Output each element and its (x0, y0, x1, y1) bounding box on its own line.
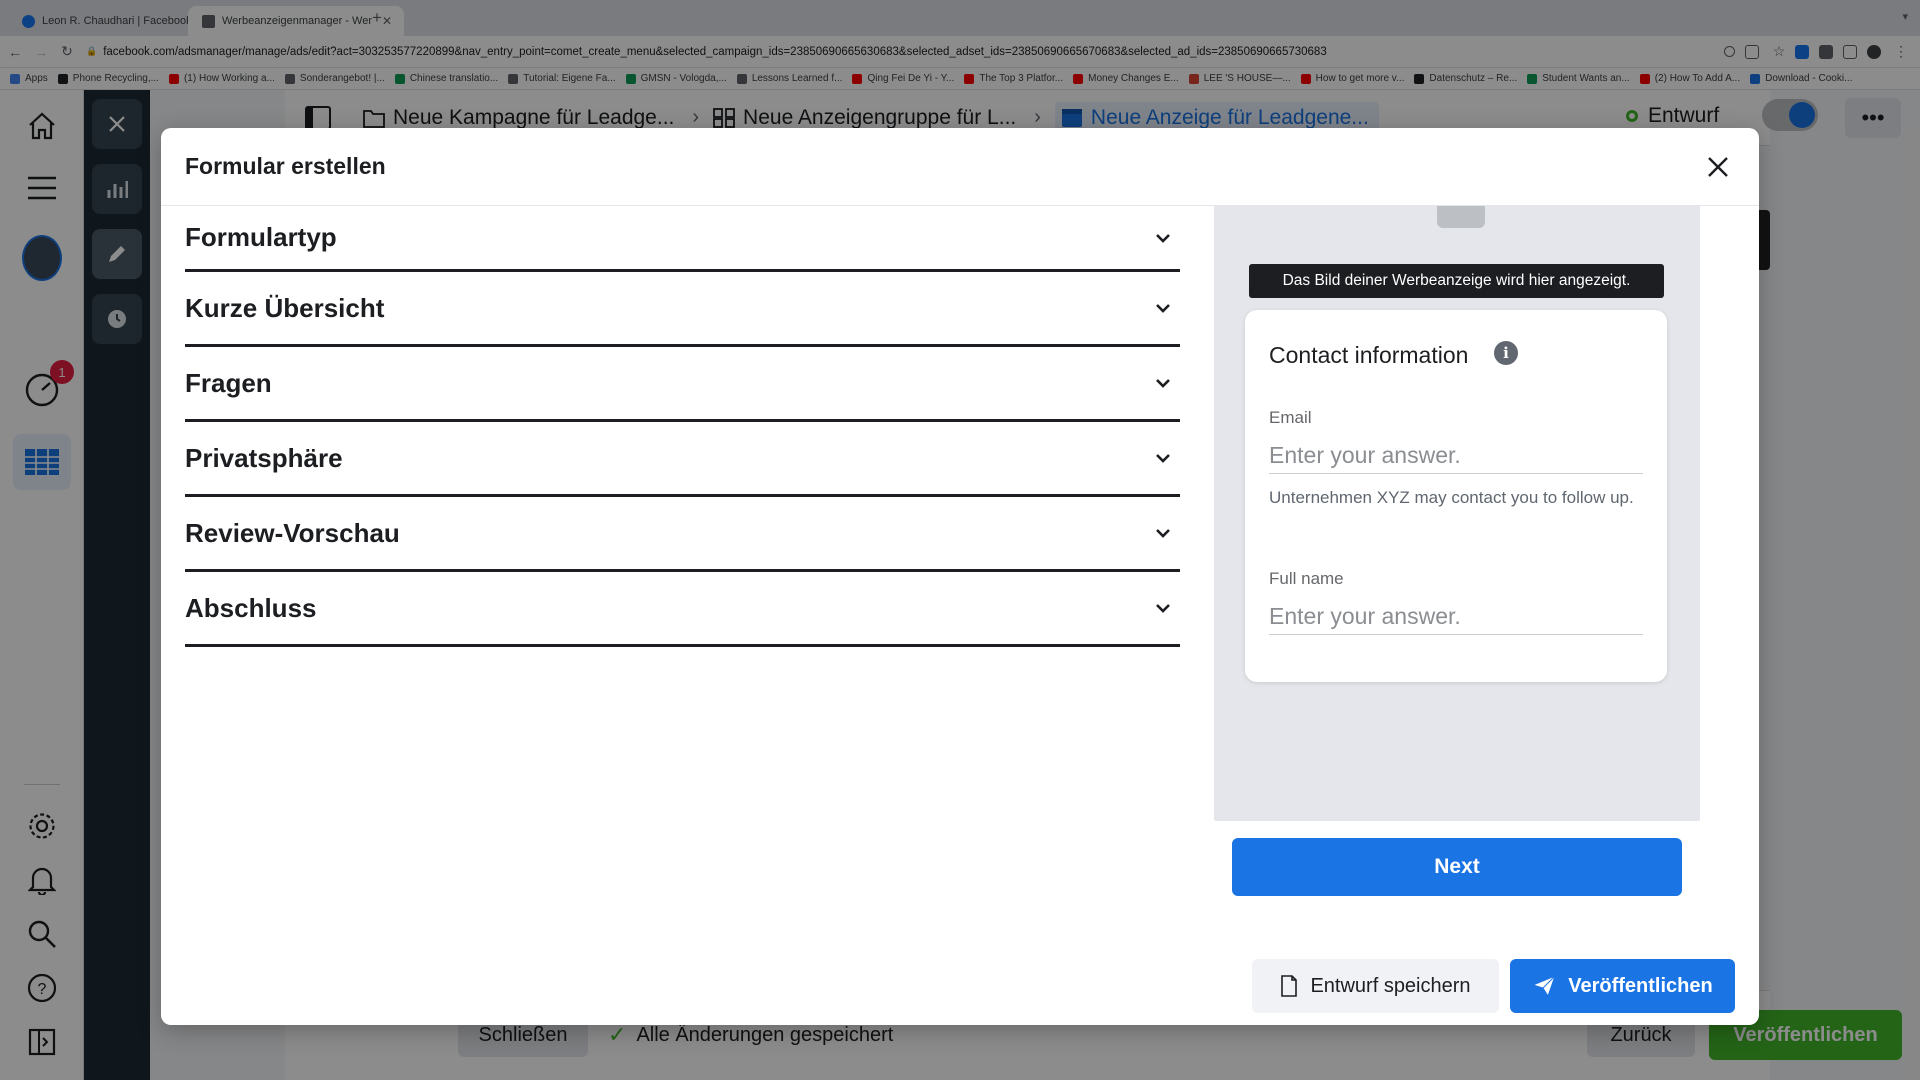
save-draft-label: Entwurf speichern (1310, 974, 1471, 997)
section-kurze-uebersicht[interactable]: Kurze Übersicht (185, 272, 1180, 347)
section-privatsphaere[interactable]: Privatsphäre (185, 422, 1180, 497)
full-name-label: Full name (1269, 569, 1344, 588)
next-button[interactable]: Next (1232, 838, 1682, 896)
info-icon[interactable]: i (1494, 341, 1518, 365)
section-title: Formulartyp (185, 222, 337, 252)
email-note: Unternehmen XYZ may contact you to follo… (1269, 488, 1634, 507)
dialog-title: Formular erstellen (185, 153, 386, 179)
document-icon (1281, 975, 1298, 997)
form-sections-list: Formulartyp Kurze Übersicht Fragen Priva… (185, 206, 1180, 647)
full-name-field[interactable]: Enter your answer. (1269, 599, 1643, 635)
section-title: Review-Vorschau (185, 517, 400, 548)
section-formulartyp[interactable]: Formulartyp (185, 206, 1180, 272)
section-abschluss[interactable]: Abschluss (185, 572, 1180, 647)
section-title: Kurze Übersicht (185, 292, 385, 323)
card-title: Contact information (1269, 342, 1469, 368)
chevron-down-icon (1156, 454, 1170, 463)
chevron-down-icon (1156, 304, 1170, 313)
save-draft-button[interactable]: Entwurf speichern (1252, 959, 1499, 1013)
email-field[interactable]: Enter your answer. (1269, 438, 1643, 474)
chevron-down-icon (1156, 604, 1170, 613)
chevron-down-icon (1156, 379, 1170, 388)
image-caption: Das Bild deiner Werbeanzeige wird hier a… (1249, 264, 1664, 298)
section-title: Fragen (185, 367, 272, 398)
email-label: Email (1269, 408, 1312, 427)
create-form-dialog: Formular erstellen Formulartyp Kurze Übe… (161, 128, 1759, 1025)
section-title: Abschluss (185, 592, 317, 623)
publish-button[interactable]: Veröffentlichen (1510, 959, 1735, 1013)
publish-label: Veröffentlichen (1568, 974, 1713, 997)
section-title: Privatsphäre (185, 442, 343, 473)
chevron-down-icon (1156, 233, 1170, 243)
close-icon[interactable] (1701, 150, 1735, 184)
dialog-header: Formular erstellen (161, 128, 1759, 206)
contact-info-card: Contact information i Email Enter your a… (1245, 310, 1667, 682)
chevron-down-icon (1156, 529, 1170, 538)
section-review-vorschau[interactable]: Review-Vorschau (185, 497, 1180, 572)
image-placeholder-icon (1437, 206, 1485, 228)
send-icon (1532, 975, 1557, 997)
section-fragen[interactable]: Fragen (185, 347, 1180, 422)
